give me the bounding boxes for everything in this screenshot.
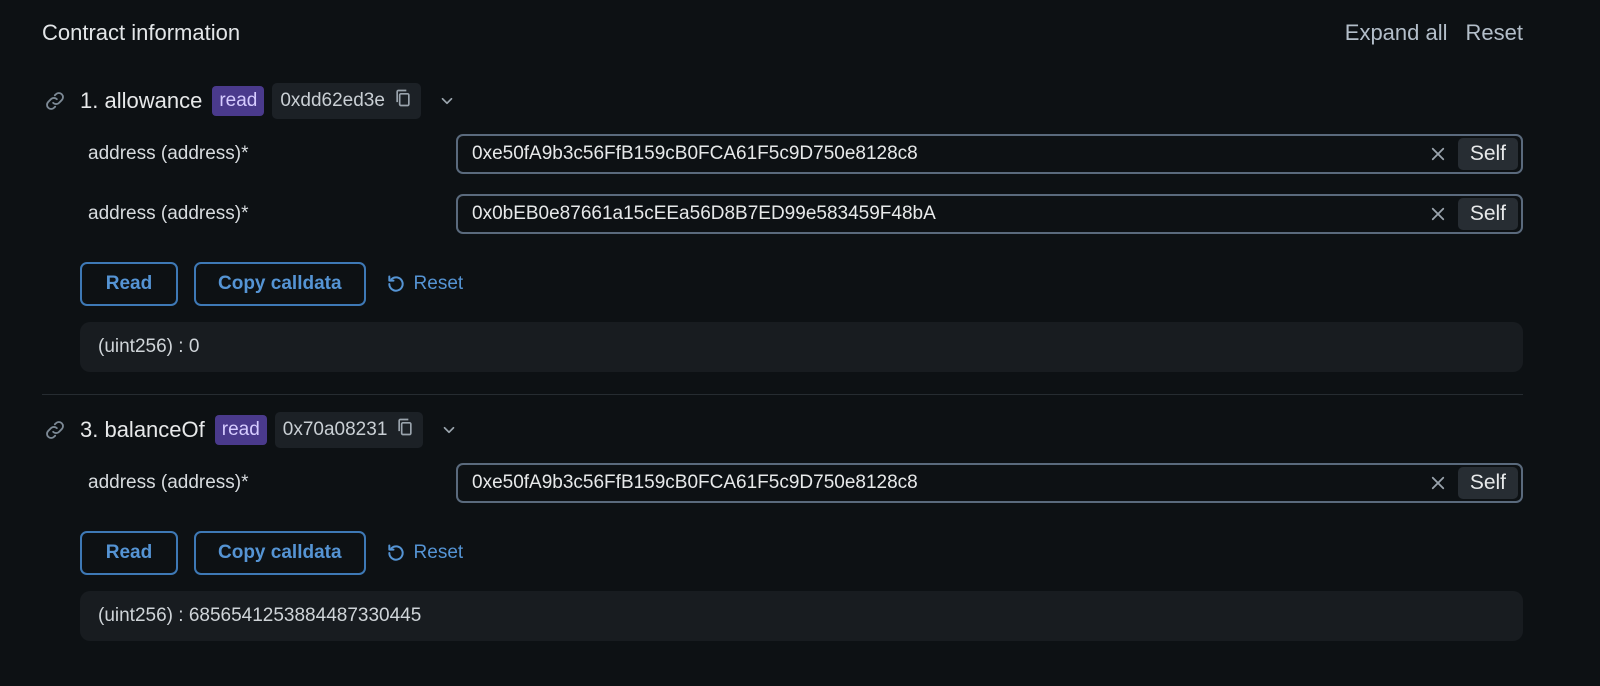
clear-icon[interactable] [1426,471,1450,495]
argument-input-box: Self [456,194,1523,234]
chevron-down-icon[interactable] [437,91,457,111]
reset-all-button[interactable]: Reset [1466,20,1523,46]
copy-calldata-button[interactable]: Copy calldata [194,531,366,575]
method-result: (uint256) : 0 [80,322,1523,372]
self-button[interactable]: Self [1457,198,1518,230]
address-input[interactable] [470,142,1426,166]
selector-value: 0xdd62ed3e [280,90,385,111]
contract-information-panel: Contract information Expand all Reset 1.… [0,0,1600,686]
method-allowance: 1. allowance read 0xdd62ed3e address (ad… [42,66,1523,395]
method-header: 1. allowance read 0xdd62ed3e [42,83,1523,119]
method-header: 3. balanceOf read 0x70a08231 [42,412,1523,448]
method-selector: 0x70a08231 [274,412,424,448]
argument-row: address (address)* Self [88,124,1523,184]
reset-icon [387,544,404,561]
address-input[interactable] [470,471,1426,495]
argument-label: address (address)* [88,203,249,224]
read-badge: read [214,415,267,445]
reset-label: Reset [413,542,464,563]
clear-icon[interactable] [1426,142,1450,166]
reset-icon [387,275,404,292]
clear-icon[interactable] [1426,202,1450,226]
reset-label: Reset [413,273,464,294]
copy-calldata-button[interactable]: Copy calldata [194,262,366,306]
self-button[interactable]: Self [1457,467,1518,499]
selector-value: 0x70a08231 [282,419,388,440]
reset-button[interactable]: Reset [386,542,464,564]
method-name: 1. allowance [80,88,203,113]
method-actions: Read Copy calldata Reset [80,531,1523,575]
argument-row: address (address)* Self [88,453,1523,513]
read-button[interactable]: Read [80,262,178,306]
method-actions: Read Copy calldata Reset [80,262,1523,306]
panel-header: Contract information Expand all Reset [42,0,1523,66]
argument-input-box: Self [456,463,1523,503]
address-input[interactable] [470,202,1426,226]
argument-input-box: Self [456,134,1523,174]
argument-label: address (address)* [88,472,249,493]
read-badge: read [212,86,265,116]
method-result: (uint256) : 6856541253884487330445 [80,591,1523,641]
reset-button[interactable]: Reset [386,273,464,295]
read-button[interactable]: Read [80,531,178,575]
copy-icon[interactable] [393,88,413,114]
link-icon[interactable] [42,88,68,114]
copy-icon[interactable] [395,417,415,443]
chevron-down-icon[interactable] [439,420,459,440]
argument-row: address (address)* Self [88,184,1523,244]
expand-all-button[interactable]: Expand all [1345,20,1448,46]
method-balanceof: 3. balanceOf read 0x70a08231 address (ad… [42,395,1523,641]
argument-label: address (address)* [88,143,249,164]
link-icon[interactable] [42,417,68,443]
self-button[interactable]: Self [1457,138,1518,170]
header-actions: Expand all Reset [1345,20,1523,46]
method-name: 3. balanceOf [80,417,205,442]
method-selector: 0xdd62ed3e [272,83,421,119]
panel-title: Contract information [42,20,241,45]
